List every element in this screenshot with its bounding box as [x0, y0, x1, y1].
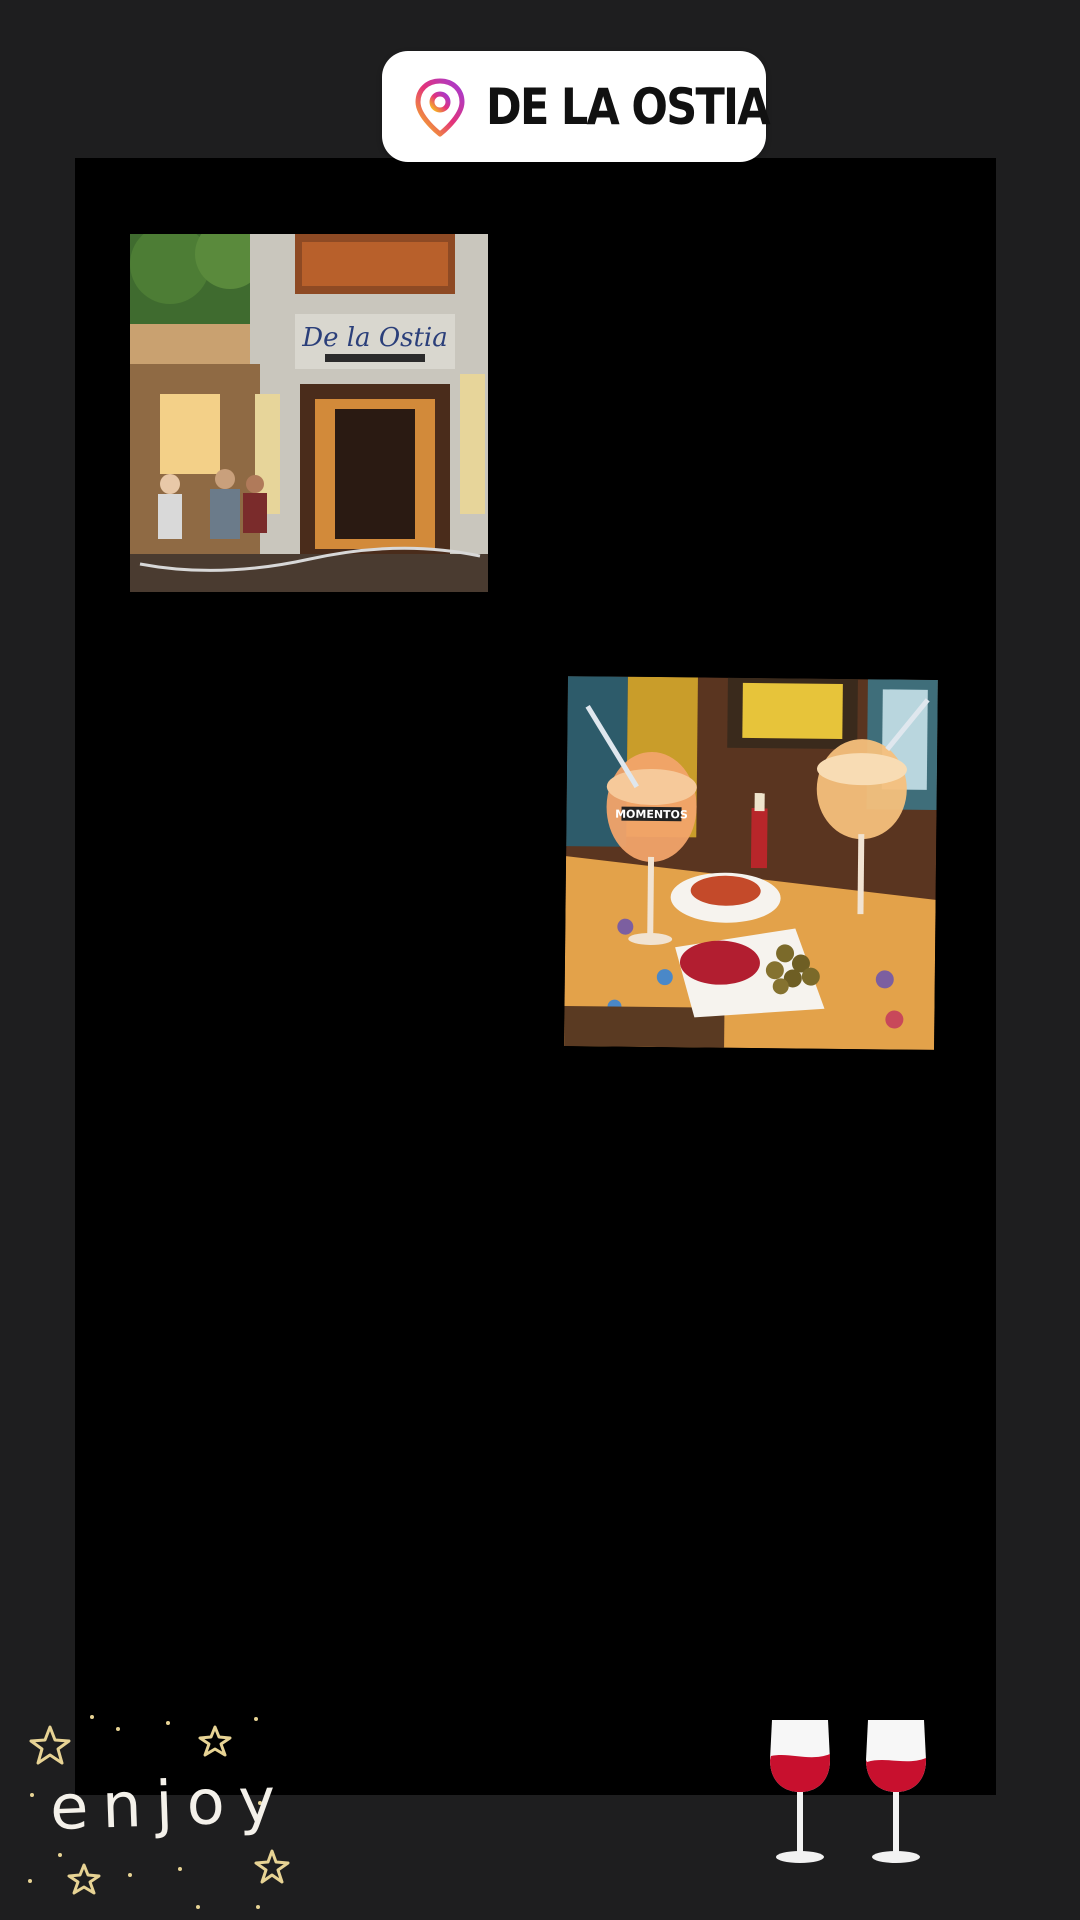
- storefront-photo[interactable]: De la Ostia: [130, 234, 488, 592]
- wine-glasses-icon[interactable]: [760, 1712, 940, 1872]
- location-sticker[interactable]: DE LA OSTIA: [382, 51, 771, 162]
- location-pin-icon: [412, 77, 468, 137]
- story-page: DE LA OSTIA De la Ostia MOMENTOS enjoy: [0, 0, 1080, 1920]
- location-label: DE LA OSTIA: [486, 77, 771, 136]
- enjoy-text: enjoy: [48, 1762, 291, 1845]
- enjoy-sticker[interactable]: enjoy: [20, 1705, 300, 1915]
- drinks-photo[interactable]: MOMENTOS: [564, 676, 938, 1050]
- svg-text:De la Ostia: De la Ostia: [301, 323, 448, 353]
- svg-text:MOMENTOS: MOMENTOS: [615, 808, 688, 822]
